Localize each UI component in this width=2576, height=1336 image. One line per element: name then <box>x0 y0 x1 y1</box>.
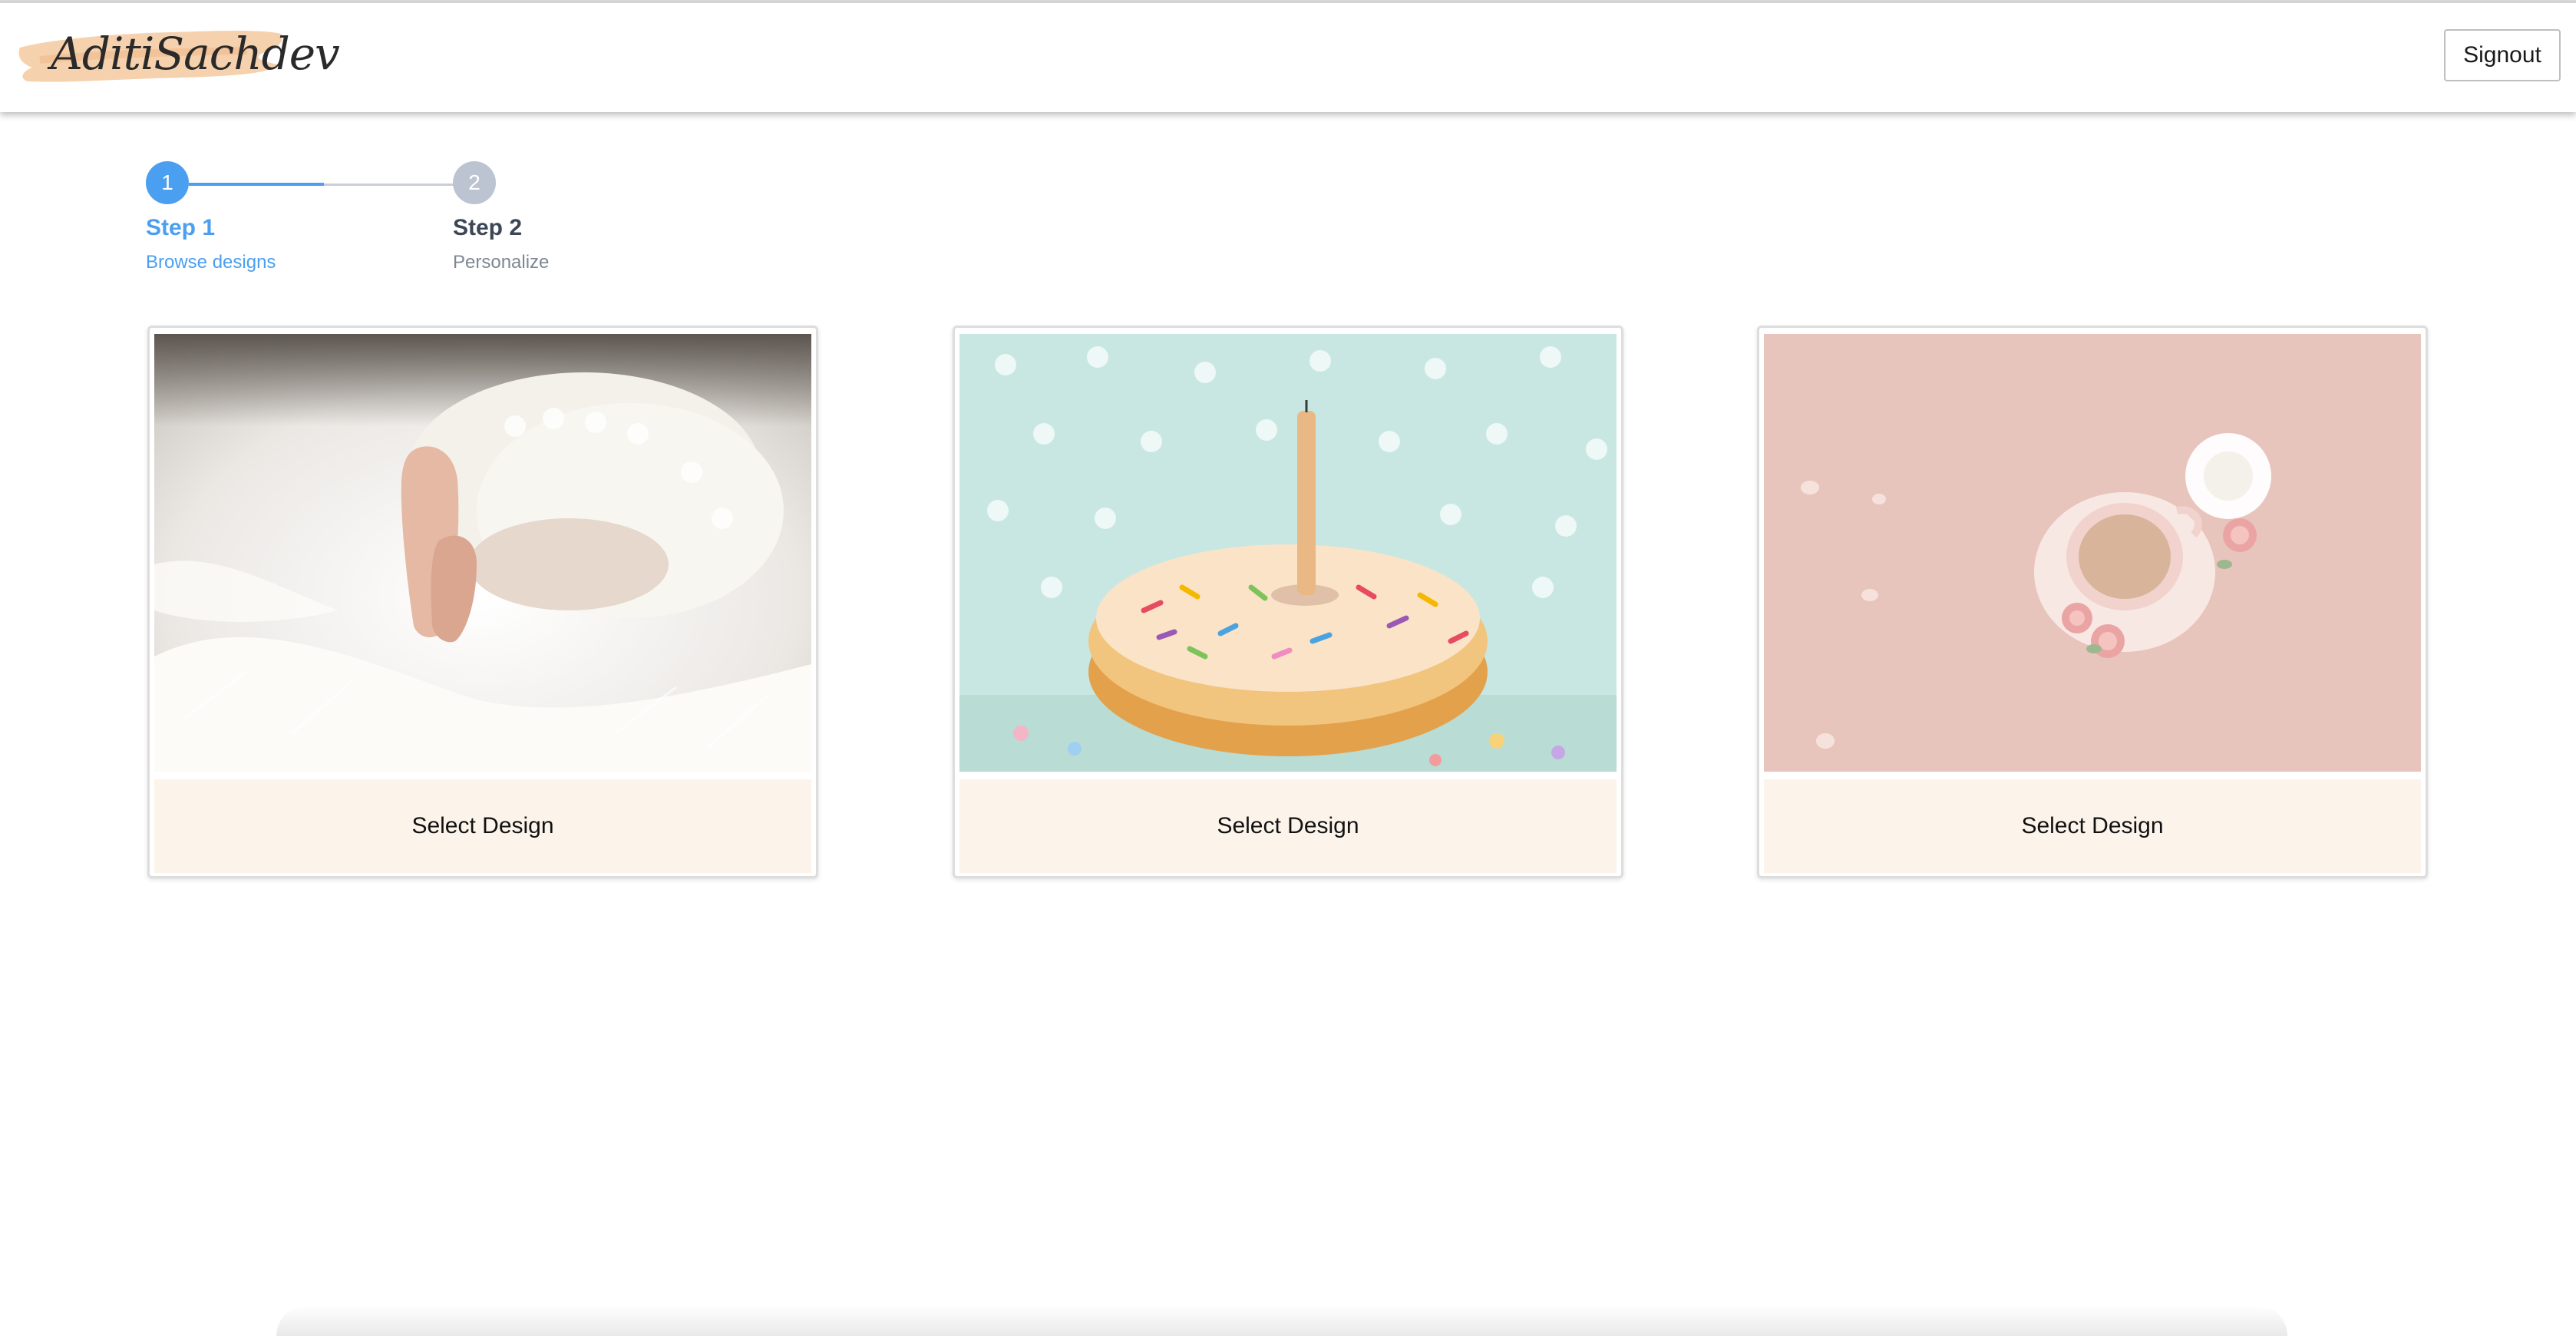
baby-feet-on-fur-photo-icon[interactable] <box>154 334 811 772</box>
design-card[interactable]: Select Design <box>953 326 1623 878</box>
design-card[interactable]: Select Design <box>147 326 818 878</box>
step-1-circle[interactable]: 1 <box>146 161 189 204</box>
page: AditiSachdev Signout 1 Step 1 Browse des… <box>0 0 2576 1336</box>
step-2-subtitle: Personalize <box>453 252 550 273</box>
select-design-button[interactable]: Select Design <box>154 779 811 873</box>
select-design-button[interactable]: Select Design <box>1764 779 2421 873</box>
header: AditiSachdev Signout <box>0 3 2576 112</box>
design-card[interactable]: Select Design <box>1757 326 2428 878</box>
select-design-button[interactable]: Select Design <box>959 779 1617 873</box>
step-2-circle[interactable]: 2 <box>453 161 496 204</box>
logo[interactable]: AditiSachdev <box>17 17 340 91</box>
bottom-scroll-shadow <box>276 1305 2287 1336</box>
signout-button[interactable]: Signout <box>2444 29 2561 81</box>
step-1-title: Step 1 <box>146 215 216 240</box>
step-2-title: Step 2 <box>453 215 523 240</box>
step-1-subtitle: Browse designs <box>146 252 276 273</box>
donut-with-candle-photo-icon[interactable] <box>959 334 1617 772</box>
stepper-remaining-line <box>324 184 454 186</box>
stepper-progress-line <box>189 183 324 186</box>
coffee-cup-with-roses-photo-icon[interactable] <box>1764 334 2421 772</box>
logo-text: AditiSachdev <box>51 28 340 80</box>
